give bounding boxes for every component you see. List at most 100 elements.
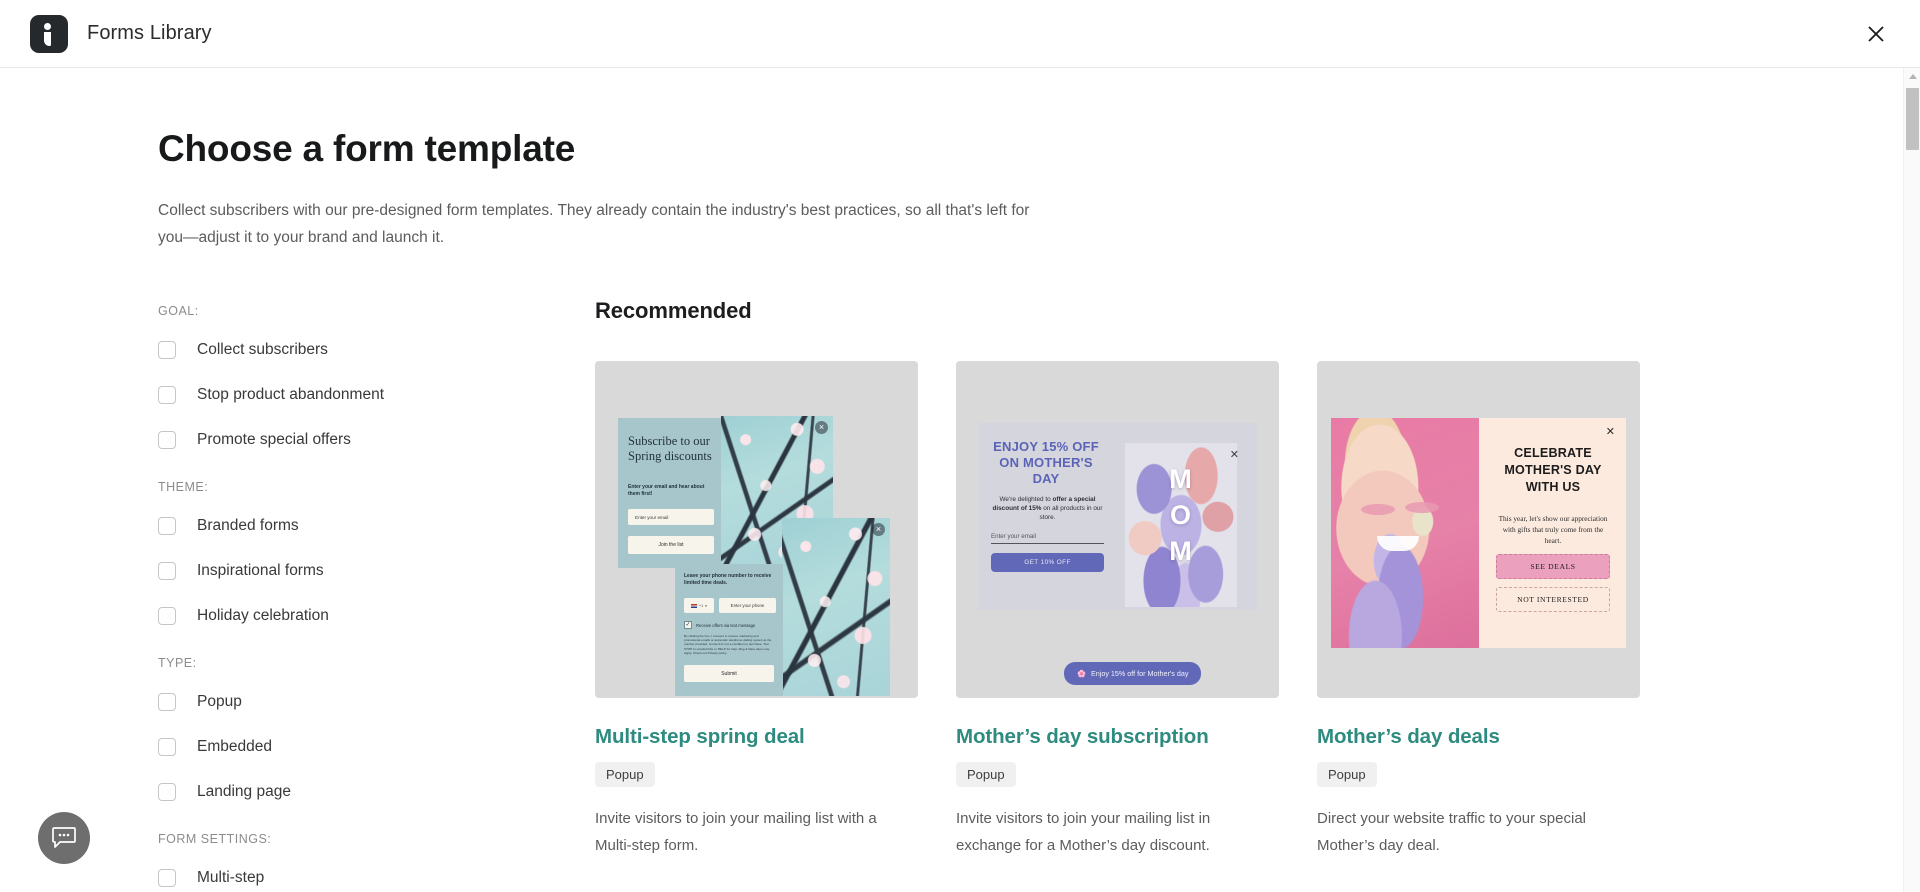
filter-legend: GOAL:: [158, 304, 199, 318]
preview-intro: Enter your email and hear about them fir…: [628, 484, 705, 497]
filter-option-promote-special-offers[interactable]: Promote special offers: [158, 426, 595, 454]
preview-heading: Subscribe to our Spring discounts: [628, 434, 712, 463]
preview-content-panel: ✕ CELEBRATE MOTHER'S DAY WITH US This ye…: [1479, 418, 1626, 648]
preview-image-frame: MOM: [1125, 443, 1237, 607]
checkbox[interactable]: [158, 562, 176, 580]
filter-group-theme: THEME: Branded forms Inspirational forms…: [158, 480, 595, 630]
preview-country-select: +1 ▾: [684, 598, 714, 613]
preview-heading: CELEBRATE MOTHER'S DAY WITH US: [1504, 446, 1602, 494]
vertical-scrollbar[interactable]: [1903, 68, 1920, 892]
preview-image-secondary: ×: [782, 518, 890, 696]
filter-group-goal: GOAL: Collect subscribers Stop product a…: [158, 304, 595, 454]
template-thumbnail[interactable]: ENJOY 15% OFF ON MOTHER'S DAY We're deli…: [956, 361, 1279, 698]
filter-group-form-settings: FORM SETTINGS: Multi-step: [158, 832, 595, 892]
close-icon: ×: [815, 421, 828, 434]
filter-option-label: Inspirational forms: [197, 562, 324, 579]
chevron-up-icon[interactable]: [1904, 68, 1920, 85]
checkbox[interactable]: [158, 386, 176, 404]
template-tag: Popup: [1317, 762, 1377, 787]
page-header: Choose a form template Collect subscribe…: [0, 68, 1903, 251]
close-icon: [1868, 25, 1884, 42]
filter-group-type: TYPE: Popup Embedded Landing page: [158, 656, 595, 806]
filter-option-branded-forms[interactable]: Branded forms: [158, 512, 595, 540]
checkbox[interactable]: [158, 517, 176, 535]
filter-sidebar: GOAL: Collect subscribers Stop product a…: [158, 298, 595, 892]
scrollbar-thumb[interactable]: [1906, 88, 1919, 150]
info-logo-icon: [30, 14, 68, 53]
filter-option-collect-subscribers[interactable]: Collect subscribers: [158, 336, 595, 364]
checkbox[interactable]: [158, 341, 176, 359]
templates-section: Recommended × Subscribe to our Spring di…: [595, 298, 1903, 892]
preview-primary-button: Join the list: [628, 536, 714, 554]
filter-option-label: Collect subscribers: [197, 341, 328, 358]
main-scroll-area: Choose a form template Collect subscribe…: [0, 68, 1920, 892]
filter-legend: FORM SETTINGS:: [158, 832, 272, 846]
filter-option-label: Popup: [197, 693, 242, 710]
preview-legal-text: By clicking the box, I consent to receiv…: [684, 634, 772, 655]
preview-teaser-bar: 🌸 Enjoy 15% off for Mother's day: [1064, 662, 1202, 685]
filter-option-embedded[interactable]: Embedded: [158, 733, 595, 761]
filter-legend: THEME:: [158, 480, 209, 494]
app-title: Forms Library: [87, 22, 212, 44]
filter-option-label: Embedded: [197, 738, 272, 755]
preview-email-input: Enter your email: [991, 533, 1104, 544]
page-title: Choose a form template: [158, 128, 576, 169]
chevron-down-icon: ▾: [705, 603, 707, 608]
filter-option-label: Landing page: [197, 783, 291, 800]
chat-bubble-icon: [52, 827, 76, 848]
template-description: Direct your website traffic to your spec…: [1317, 810, 1586, 854]
filter-option-popup[interactable]: Popup: [158, 688, 595, 716]
template-card[interactable]: × Subscribe to our Spring discounts Ente…: [595, 361, 918, 859]
filter-option-label: Stop product abandonment: [197, 386, 384, 403]
close-dialog-button[interactable]: [1856, 14, 1896, 54]
preview-teaser-text: Enjoy 15% off for Mother's day: [1090, 669, 1189, 678]
template-thumbnail[interactable]: ✕ CELEBRATE MOTHER'S DAY WITH US This ye…: [1317, 361, 1640, 698]
checkbox[interactable]: [158, 783, 176, 801]
template-title[interactable]: Mother’s day deals: [1317, 725, 1640, 749]
preview-heading: ENJOY 15% OFF ON MOTHER'S DAY: [993, 439, 1099, 486]
flag-icon: [691, 603, 698, 608]
checkbox[interactable]: [158, 869, 176, 887]
page-subtitle: Collect subscribers with our pre-designe…: [158, 202, 1030, 246]
template-tag: Popup: [956, 762, 1016, 787]
preview-step2-panel: Leave your phone number to receive limit…: [675, 564, 783, 696]
preview-body-part1: We're delighted to: [999, 496, 1053, 503]
preview-popup-panel: ✕ CELEBRATE MOTHER'S DAY WITH US This ye…: [1331, 418, 1626, 648]
template-card[interactable]: ENJOY 15% OFF ON MOTHER'S DAY We're deli…: [956, 361, 1279, 859]
template-title[interactable]: Multi-step spring deal: [595, 725, 918, 749]
filter-option-label: Branded forms: [197, 517, 299, 534]
filter-option-multi-step[interactable]: Multi-step: [158, 864, 595, 892]
template-tag: Popup: [595, 762, 655, 787]
checkbox[interactable]: [158, 738, 176, 756]
filter-option-holiday-celebration[interactable]: Holiday celebration: [158, 602, 595, 630]
close-icon: ✕: [1605, 426, 1615, 438]
flower-emoji-icon: 🌸: [1077, 669, 1086, 678]
filter-option-label: Promote special offers: [197, 431, 351, 448]
section-title: Recommended: [595, 298, 752, 323]
preview-country-code: +1: [699, 603, 704, 608]
checkbox[interactable]: [158, 431, 176, 449]
filter-option-label: Multi-step: [197, 869, 265, 886]
preview-body: This year, let's show our appreciation w…: [1498, 514, 1608, 545]
preview-consent-label: Receive offers via text message: [696, 622, 756, 628]
chat-widget-button[interactable]: [38, 812, 90, 864]
template-title[interactable]: Mother’s day subscription: [956, 725, 1279, 749]
template-card[interactable]: ✕ CELEBRATE MOTHER'S DAY WITH US This ye…: [1317, 361, 1640, 859]
preview-popup-panel: ENJOY 15% OFF ON MOTHER'S DAY We're deli…: [978, 423, 1257, 610]
checkbox[interactable]: [158, 693, 176, 711]
filter-option-inspirational-forms[interactable]: Inspirational forms: [158, 557, 595, 585]
preview-consent-checkbox: ✓: [684, 621, 692, 629]
preview-phone-input: Enter your phone: [719, 598, 776, 613]
preview-body: We're delighted to offer a special disco…: [990, 495, 1105, 522]
preview-photo: [1331, 418, 1479, 648]
preview-step2-intro: Leave your phone number to receive limit…: [684, 573, 772, 586]
checkbox[interactable]: [158, 607, 176, 625]
template-description: Invite visitors to join your mailing lis…: [956, 810, 1211, 854]
preview-secondary-button: NOT INTERESTED: [1496, 587, 1610, 612]
template-thumbnail[interactable]: × Subscribe to our Spring discounts Ente…: [595, 361, 918, 698]
filter-legend: TYPE:: [158, 656, 197, 670]
preview-submit-button: Submit: [684, 665, 774, 682]
preview-primary-button: SEE DEALS: [1496, 554, 1610, 579]
filter-option-stop-product-abandonment[interactable]: Stop product abandonment: [158, 381, 595, 409]
filter-option-landing-page[interactable]: Landing page: [158, 778, 595, 806]
